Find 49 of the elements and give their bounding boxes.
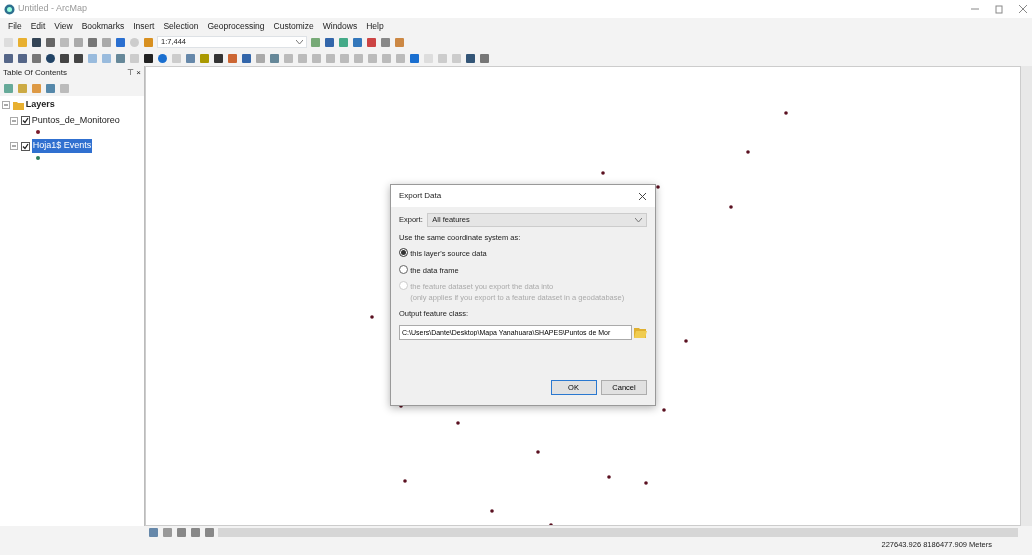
radio-button[interactable] (399, 264, 408, 274)
toolbar-icon[interactable] (59, 52, 70, 64)
toc-tool-icon[interactable] (17, 82, 28, 94)
menu-item[interactable]: File (8, 19, 22, 33)
panel-title: Table Of Contents (3, 67, 68, 79)
close-icon[interactable] (638, 191, 647, 201)
window-title: Untitled - ArcMap (18, 2, 88, 16)
menu-item[interactable]: Bookmarks (81, 19, 125, 33)
menu-item[interactable]: Selection (163, 19, 199, 33)
menu-item[interactable]: Customize (273, 19, 314, 33)
toolbar-icon[interactable] (465, 52, 476, 64)
layer-label[interactable]: Hoja1$ Events (31, 139, 93, 153)
view-toggle-icon[interactable] (176, 526, 187, 538)
layer-checkbox[interactable] (20, 141, 30, 151)
close-button[interactable]: × (136, 67, 141, 79)
radio-button[interactable] (399, 248, 408, 258)
dialog-title: Export Data (399, 190, 442, 202)
restore-icon[interactable] (994, 4, 1004, 14)
toolbar-icon[interactable] (73, 52, 84, 64)
view-toggle-icon[interactable] (204, 526, 215, 538)
view-toggle-icon[interactable] (162, 526, 173, 538)
menu-item[interactable]: Geoprocessing (207, 19, 265, 33)
menu-item[interactable]: Help (366, 19, 384, 33)
vertical-scrollbar[interactable] (1021, 66, 1032, 526)
collapse-icon[interactable] (2, 101, 11, 109)
toolbar-icon[interactable] (213, 52, 224, 64)
dropdown-caret-icon (635, 217, 642, 223)
toolbar-icon[interactable] (143, 52, 154, 64)
open-folder-icon[interactable] (634, 326, 647, 338)
layer-label[interactable]: Puntos_de_Monitoreo (31, 113, 120, 128)
app-logo-icon (4, 3, 15, 15)
menu-item[interactable]: View (54, 19, 73, 33)
menu-item[interactable]: Windows (322, 19, 358, 33)
dropdown-caret-icon (296, 39, 303, 45)
view-toggle-icon[interactable] (148, 526, 159, 538)
toc-tool-icon[interactable] (31, 82, 42, 94)
menu-item[interactable]: Insert (133, 19, 155, 33)
toc-tool-icon[interactable] (59, 82, 70, 94)
pin-button[interactable]: ⊤ (127, 67, 135, 79)
toc-tool-icon[interactable] (3, 82, 14, 94)
layer-group-label[interactable]: Layers (25, 98, 55, 112)
toc-tool-icon[interactable] (45, 82, 56, 94)
folder-icon (12, 100, 24, 110)
view-toggle-icon[interactable] (190, 526, 201, 538)
toolbar-icon[interactable] (31, 36, 42, 48)
layer-checkbox[interactable] (20, 116, 30, 125)
toolbar-icon[interactable] (45, 52, 56, 64)
menu-item[interactable]: Edit (30, 19, 46, 33)
horizontal-scrollbar[interactable] (218, 527, 1018, 537)
